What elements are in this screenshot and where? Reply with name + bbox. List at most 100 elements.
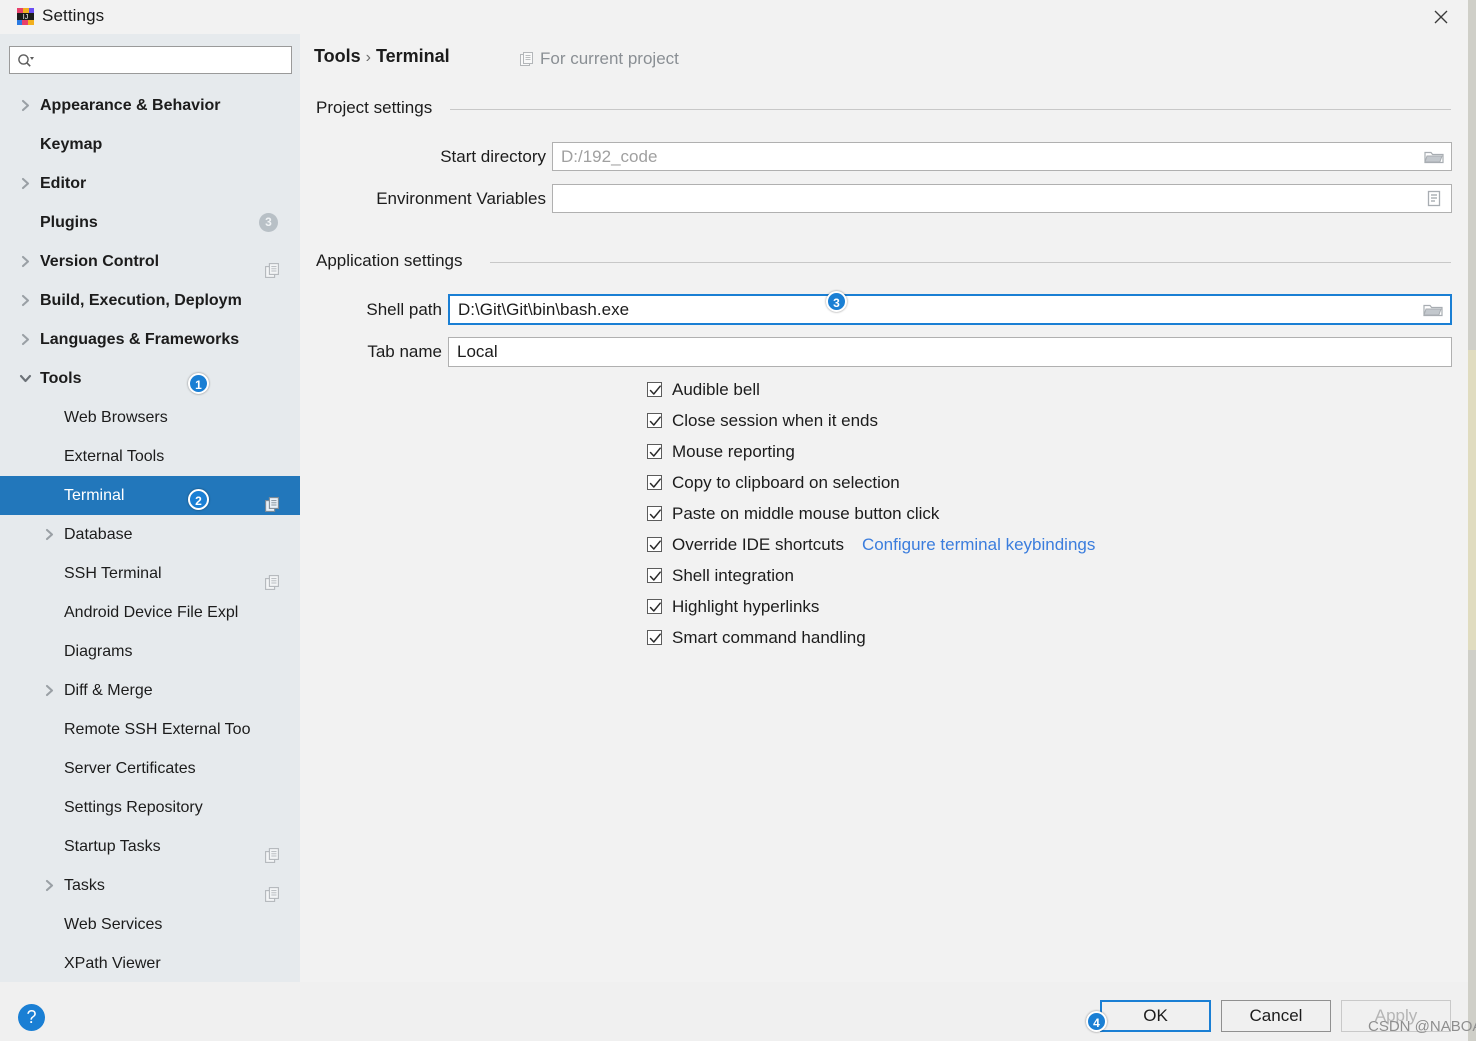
checkbox-box[interactable] [647, 630, 662, 645]
annotation-marker-2: 2 [188, 489, 209, 510]
sidebar-item-tools[interactable]: Tools [0, 359, 300, 398]
checkbox-box[interactable] [647, 599, 662, 614]
search-icon [17, 53, 35, 74]
chevron-right-icon[interactable] [18, 86, 32, 125]
shell-path-input[interactable] [450, 299, 1416, 320]
tab-name-input[interactable] [449, 342, 1451, 362]
checkbox-audible-bell[interactable]: Audible bell [647, 374, 760, 405]
checkbox-box[interactable] [647, 413, 662, 428]
sidebar-item-keymap[interactable]: Keymap [0, 125, 300, 164]
annotation-marker-3: 3 [826, 291, 847, 312]
sidebar-item-label: Web Browsers [64, 409, 168, 426]
sidebar-item-label: Appearance & Behavior [40, 97, 221, 114]
chevron-right-icon[interactable] [18, 281, 32, 320]
checkbox-override-ide-shortcuts[interactable]: Override IDE shortcuts Configure terminal… [647, 529, 1095, 560]
sidebar-item-startup-tasks[interactable]: Startup Tasks [0, 827, 300, 866]
sidebar-item-label: Server Certificates [64, 760, 196, 777]
sidebar-item-external-tools[interactable]: External Tools [0, 437, 300, 476]
chevron-right-icon[interactable] [42, 866, 56, 905]
sidebar-item-web-browsers[interactable]: Web Browsers [0, 398, 300, 437]
sidebar-item-appearance-behavior[interactable]: Appearance & Behavior [0, 86, 300, 125]
sidebar-item-label: Settings Repository [64, 799, 203, 816]
settings-dialog: IJ Settings Appearance & Behavior Keymap E… [0, 0, 1476, 1041]
breadcrumb-root[interactable]: Tools [314, 46, 361, 66]
environment-variables-field[interactable] [552, 184, 1452, 213]
application-settings-rule [490, 262, 1451, 263]
sidebar-item-label: Tasks [64, 877, 105, 894]
sidebar-item-xpath-viewer[interactable]: XPath Viewer [0, 944, 300, 982]
sidebar-item-android-device-file-expl[interactable]: Android Device File Expl [0, 593, 300, 632]
chevron-right-icon[interactable] [42, 671, 56, 710]
folder-open-icon[interactable] [1417, 143, 1451, 170]
settings-tree: Appearance & Behavior Keymap Editor Plugins… [0, 86, 300, 982]
checkbox-shell-integration[interactable]: Shell integration [647, 560, 794, 591]
copy-scope-icon [265, 488, 280, 512]
search-box[interactable] [9, 46, 292, 74]
checkbox-box[interactable] [647, 444, 662, 459]
checkbox-box[interactable] [647, 537, 662, 552]
sidebar-item-database[interactable]: Database [0, 515, 300, 554]
sidebar-scrollbar-track[interactable] [285, 86, 581, 982]
environment-variables-label: Environment Variables [376, 189, 546, 208]
help-button[interactable]: ? [18, 1004, 45, 1031]
sidebar-item-label: Diagrams [64, 643, 133, 660]
copy-scope-icon [265, 839, 280, 863]
sidebar-item-server-certificates[interactable]: Server Certificates [0, 749, 300, 788]
watermark: CSDN @NABOAN [1368, 1018, 1476, 1035]
checkbox-box[interactable] [647, 568, 662, 583]
sidebar-item-diagrams[interactable]: Diagrams [0, 632, 300, 671]
sidebar-item-label: Database [64, 526, 133, 543]
search-input[interactable] [40, 47, 288, 73]
sidebar-item-ssh-terminal[interactable]: SSH Terminal [0, 554, 300, 593]
chevron-down-icon[interactable] [18, 359, 32, 398]
sidebar-item-languages-frameworks[interactable]: Languages & Frameworks [0, 320, 300, 359]
sidebar-item-web-services[interactable]: Web Services [0, 905, 300, 944]
checkbox-label: Smart command handling [672, 627, 866, 647]
sidebar-item-remote-ssh-external-too[interactable]: Remote SSH External Too [0, 710, 300, 749]
ok-button[interactable]: OK [1100, 1000, 1211, 1032]
sidebar-item-settings-repository[interactable]: Settings Repository [0, 788, 300, 827]
checkbox-box[interactable] [647, 475, 662, 490]
sidebar-item-label: Tools [40, 370, 82, 387]
intellij-logo-icon: IJ [17, 8, 34, 25]
chevron-right-icon[interactable] [18, 320, 32, 359]
copy-scope-icon [265, 566, 280, 590]
configure-terminal-keybindings-link[interactable]: Configure terminal keybindings [862, 535, 1095, 555]
checkbox-box[interactable] [647, 382, 662, 397]
chevron-right-icon[interactable] [42, 515, 56, 554]
tab-name-field[interactable] [448, 337, 1452, 367]
checkbox-box[interactable] [647, 506, 662, 521]
sidebar-item-diff-merge[interactable]: Diff & Merge [0, 671, 300, 710]
checkbox-close-session-when-it-ends[interactable]: Close session when it ends [647, 405, 878, 436]
chevron-right-icon[interactable] [18, 242, 32, 281]
checkbox-mouse-reporting[interactable]: Mouse reporting [647, 436, 795, 467]
checkbox-highlight-hyperlinks[interactable]: Highlight hyperlinks [647, 591, 819, 622]
folder-open-icon[interactable] [1416, 296, 1450, 323]
sidebar-item-label: Editor [40, 175, 87, 192]
shell-path-label: Shell path [366, 300, 442, 319]
chevron-right-icon[interactable] [18, 164, 32, 203]
shell-path-field[interactable] [448, 294, 1452, 325]
sidebar-item-tasks[interactable]: Tasks [0, 866, 300, 905]
cancel-button[interactable]: Cancel [1221, 1000, 1331, 1032]
title-bar: IJ Settings [0, 0, 1468, 34]
sidebar-item-label: SSH Terminal [64, 565, 162, 582]
sidebar-item-terminal[interactable]: Terminal [0, 476, 300, 515]
sidebar-item-version-control[interactable]: Version Control [0, 242, 300, 281]
close-icon[interactable] [1424, 2, 1458, 32]
sidebar-item-build-execution-deploym[interactable]: Build, Execution, Deploym [0, 281, 300, 320]
sidebar-item-label: Keymap [40, 136, 103, 153]
start-directory-input[interactable] [553, 146, 1417, 167]
checkbox-label: Shell integration [672, 565, 794, 585]
sidebar-item-plugins[interactable]: Plugins 3 [0, 203, 300, 242]
checkbox-smart-command-handling[interactable]: Smart command handling [647, 622, 866, 653]
start-directory-field[interactable] [552, 142, 1452, 171]
document-edit-icon[interactable] [1417, 185, 1451, 212]
sidebar-item-label: Languages & Frameworks [40, 331, 240, 348]
checkbox-label: Paste on middle mouse button click [672, 503, 940, 523]
checkbox-copy-to-clipboard-on-selection[interactable]: Copy to clipboard on selection [647, 467, 900, 498]
environment-variables-input[interactable] [553, 188, 1417, 209]
settings-sidebar: Appearance & Behavior Keymap Editor Plugins… [0, 34, 581, 982]
checkbox-paste-on-middle-mouse-button-click[interactable]: Paste on middle mouse button click [647, 498, 939, 529]
sidebar-item-editor[interactable]: Editor [0, 164, 300, 203]
